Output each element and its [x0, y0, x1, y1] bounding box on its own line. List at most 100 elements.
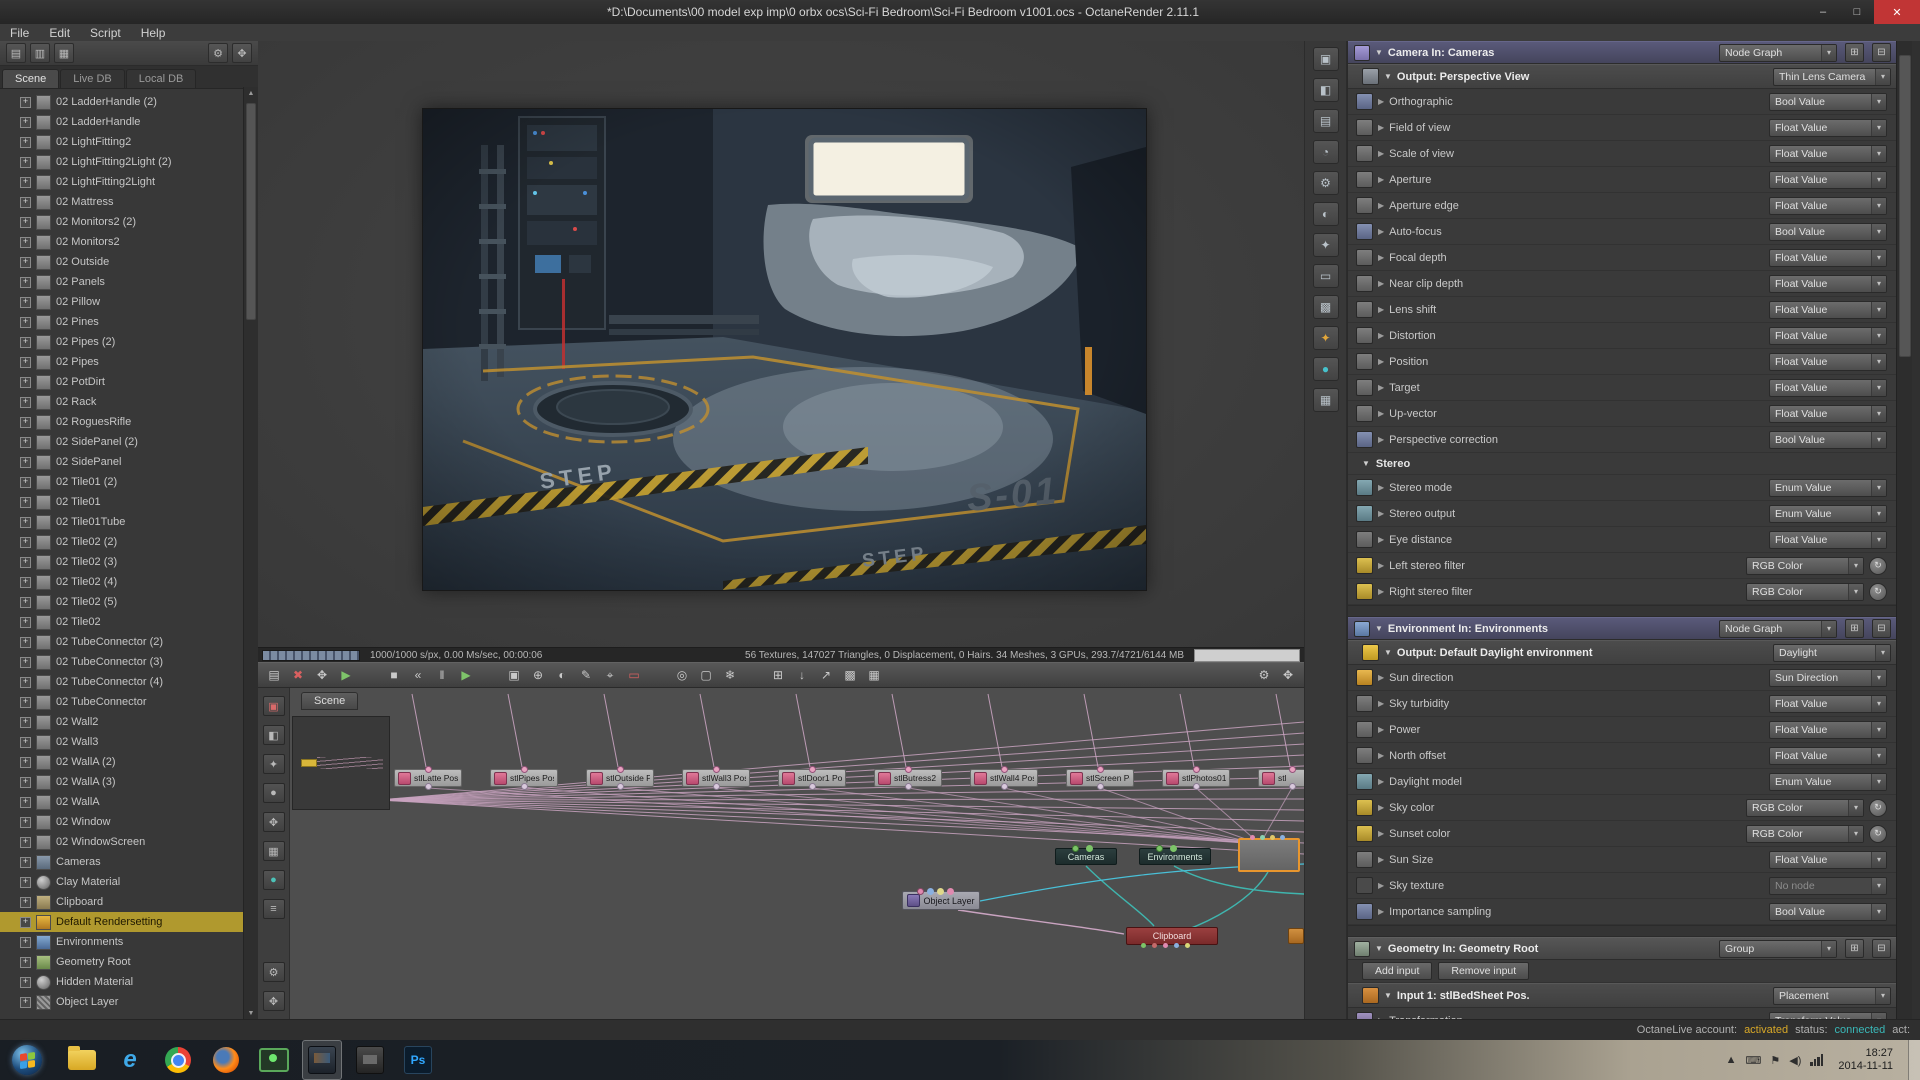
save-node-icon[interactable]: ⊞	[1845, 939, 1864, 958]
color-picker-icon[interactable]: ↻	[1869, 583, 1887, 601]
expand-plus-icon[interactable]: +	[20, 537, 31, 548]
resume-icon[interactable]: ▶	[456, 665, 476, 685]
collapse-arrow-icon[interactable]: ▼	[1375, 944, 1383, 953]
list-view-icon[interactable]: ▦	[54, 43, 74, 63]
value-type-dropdown[interactable]: Float Value▾	[1769, 379, 1887, 397]
value-type-dropdown[interactable]: Bool Value▾	[1769, 431, 1887, 449]
expand-arrow-icon[interactable]: ▶	[1378, 123, 1384, 132]
expand-plus-icon[interactable]: +	[20, 137, 31, 148]
scroll-thumb[interactable]	[1899, 55, 1911, 357]
firefox-icon[interactable]	[206, 1040, 246, 1080]
imager-icon[interactable]: ◐	[1313, 202, 1339, 226]
scene-tree-item[interactable]: + 02 Pillow	[0, 292, 244, 312]
expand-arrow-icon[interactable]: ▶	[1378, 673, 1384, 682]
parameter-row[interactable]: ▶ North offset Float Value▾ ↻	[1348, 743, 1897, 769]
layers-node-icon[interactable]: ≡	[263, 899, 285, 919]
menu-item[interactable]: Help	[131, 25, 176, 41]
scene-tree-item[interactable]: + 02 PotDirt	[0, 372, 244, 392]
scene-tree-item[interactable]: + 02 LightFitting2Light	[0, 172, 244, 192]
object-layer-node[interactable]: Object Layer	[902, 891, 980, 910]
scroll-thumb[interactable]	[246, 103, 256, 320]
scene-tree-item[interactable]: + 02 LadderHandle (2)	[0, 92, 244, 112]
input-button[interactable]: Remove input	[1438, 962, 1529, 980]
camera-output-header[interactable]: ▼ Output: Perspective View Thin Lens Cam…	[1348, 64, 1897, 89]
node-graph-minimap[interactable]	[292, 716, 390, 810]
expand-plus-icon[interactable]: +	[20, 597, 31, 608]
expand-plus-icon[interactable]: +	[20, 97, 31, 108]
render-viewport[interactable]: STEP STEP S-01	[258, 41, 1304, 647]
parameter-row[interactable]: ▶ Scale of view Float Value▾ ↻	[1348, 141, 1897, 167]
geometry-graph-header[interactable]: ▼ Geometry In: Geometry Root Group▾ ⊞ ⊟	[1348, 937, 1897, 960]
color-picker-icon[interactable]: ↻	[1869, 825, 1887, 843]
material-node-icon[interactable]: ▣	[263, 696, 285, 716]
expand-plus-icon[interactable]: +	[20, 277, 31, 288]
scene-tree-item[interactable]: + 02 Pines	[0, 312, 244, 332]
value-type-dropdown[interactable]: Float Value▾	[1769, 197, 1887, 215]
value-type-dropdown[interactable]: Float Value▾	[1769, 327, 1887, 345]
expand-plus-icon[interactable]: +	[20, 937, 31, 948]
expand-plus-icon[interactable]: +	[20, 877, 31, 888]
scene-tree-item[interactable]: + 02 Monitors2	[0, 232, 244, 252]
new-scene-icon[interactable]: ▤	[6, 43, 26, 63]
scene-tree-item[interactable]: + Cameras	[0, 852, 244, 872]
expand-arrow-icon[interactable]: ▶	[1378, 751, 1384, 760]
expand-plus-icon[interactable]: +	[20, 517, 31, 528]
expand-plus-icon[interactable]: +	[20, 837, 31, 848]
expand-arrow-icon[interactable]: ▶	[1378, 331, 1384, 340]
expand-arrow-icon[interactable]: ▶	[1378, 483, 1384, 492]
expand-plus-icon[interactable]: +	[20, 217, 31, 228]
scene-tree-item[interactable]: + 02 Tile02 (4)	[0, 572, 244, 592]
expand-plus-icon[interactable]: +	[20, 857, 31, 868]
zoom-icon[interactable]: ◎	[672, 665, 692, 685]
mesh-preview-icon[interactable]: ◧	[1313, 78, 1339, 102]
expand-plus-icon[interactable]: +	[20, 637, 31, 648]
expand-arrow-icon[interactable]: ▶	[1378, 435, 1384, 444]
star-icon[interactable]: ✦	[1313, 326, 1339, 350]
start-button[interactable]	[0, 1040, 54, 1080]
placement-node[interactable]: stlDoor1 Pos.	[778, 769, 846, 787]
menu-item[interactable]: Script	[80, 25, 131, 41]
environment-output-header[interactable]: ▼ Output: Default Daylight environment D…	[1348, 640, 1897, 665]
stop-render-icon[interactable]: ✖	[288, 665, 308, 685]
screen-capture-icon[interactable]	[254, 1040, 294, 1080]
placement-node[interactable]: stlWall4 Pos.	[970, 769, 1038, 787]
value-type-dropdown[interactable]: Float Value▾	[1769, 301, 1887, 319]
parameter-row[interactable]: ▶ Sky turbidity Float Value▾ ↻	[1348, 691, 1897, 717]
focus-picker-icon[interactable]: ⊕	[528, 665, 548, 685]
value-type-dropdown[interactable]: Enum Value▾	[1769, 773, 1887, 791]
collapse-arrow-icon[interactable]: ▼	[1384, 72, 1392, 81]
parameter-row[interactable]: ▶ Auto-focus Bool Value▾ ↻	[1348, 219, 1897, 245]
expand-plus-icon[interactable]: +	[20, 197, 31, 208]
value-type-dropdown[interactable]: Float Value▾	[1769, 353, 1887, 371]
value-type-dropdown[interactable]: RGB Color▾	[1746, 583, 1864, 601]
stereo-subsection[interactable]: ▼Stereo	[1348, 453, 1897, 475]
outliner-tab[interactable]: Local DB	[126, 69, 197, 88]
expand-plus-icon[interactable]: +	[20, 897, 31, 908]
scene-tree-item[interactable]: + 02 LightFitting2	[0, 132, 244, 152]
graph-expand-icon[interactable]: ✥	[263, 991, 285, 1011]
value-type-dropdown[interactable]: No node▾	[1769, 877, 1887, 895]
object-picker-icon[interactable]: ⌖	[600, 665, 620, 685]
restart-icon[interactable]: «	[408, 665, 428, 685]
postprocess-icon[interactable]: ✦	[1313, 233, 1339, 257]
value-type-dropdown[interactable]: Bool Value▾	[1769, 93, 1887, 111]
node-graph-tab[interactable]: Scene	[301, 692, 358, 710]
expand-arrow-icon[interactable]: ▶	[1378, 97, 1384, 106]
expand-plus-icon[interactable]: +	[20, 977, 31, 988]
clipboard-node[interactable]: Clipboard	[1126, 927, 1218, 945]
expand-plus-icon[interactable]: +	[20, 117, 31, 128]
parameter-row[interactable]: ▶ Transformation Transform Value▾	[1348, 1008, 1897, 1019]
expand-plus-icon[interactable]: +	[20, 477, 31, 488]
value-type-dropdown[interactable]: Enum Value▾	[1769, 505, 1887, 523]
parameter-row[interactable]: ▶ Sky texture No node▾ ↻	[1348, 873, 1897, 899]
parameter-row[interactable]: ▶ Sunset color RGB Color▾ ↻	[1348, 821, 1897, 847]
scene-tree-item[interactable]: + 02 Tile02 (2)	[0, 532, 244, 552]
sep[interactable]	[480, 665, 500, 685]
node-type-dropdown[interactable]: Group▾	[1719, 940, 1837, 958]
parameter-row[interactable]: ▶ Daylight model Enum Value▾ ↻	[1348, 769, 1897, 795]
scene-tree-item[interactable]: + 02 Wall2	[0, 712, 244, 732]
expand-arrow-icon[interactable]: ▶	[1378, 535, 1384, 544]
scene-tree-item[interactable]: + 02 Pipes (2)	[0, 332, 244, 352]
expand-arrow-icon[interactable]: ▶	[1378, 803, 1384, 812]
fullscreen-icon[interactable]: ✥	[1278, 665, 1298, 685]
